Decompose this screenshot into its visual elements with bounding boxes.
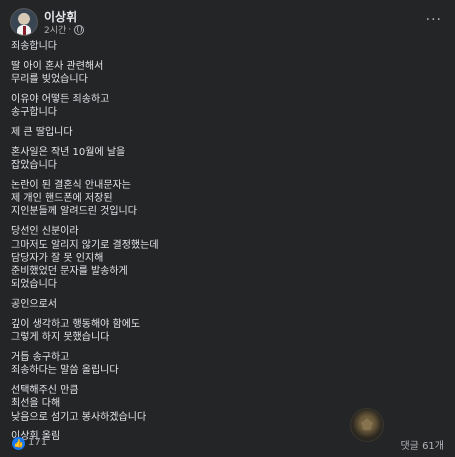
- post-footer: 👍 171 댓글 61개: [10, 436, 446, 452]
- post-meta: 2시간 ·: [44, 23, 85, 36]
- post-paragraph: 혼사일은 작년 10월에 날을 잡았습니다: [11, 146, 126, 172]
- meta-separator: ·: [68, 24, 72, 35]
- post-paragraph: 논란이 된 결혼식 안내문자는 제 개인 핸드폰에 저장된 지인분들께 알려드린…: [11, 180, 137, 218]
- post-paragraph: 공인으로서: [11, 299, 57, 311]
- thumbs-up-icon[interactable]: 👍: [12, 437, 25, 450]
- comments-count-link[interactable]: 댓글 61개: [400, 437, 444, 452]
- post-paragraph: 이유야 어떻든 죄송하고 송구합니다: [11, 93, 110, 119]
- post-paragraph: 깊이 생각하고 행동해야 함에도 그렇게 하지 못했습니다: [11, 318, 141, 344]
- post-timestamp[interactable]: 2시간: [44, 23, 66, 36]
- post-paragraph: 딸 아이 혼사 관련해서 무리를 빚었습니다: [11, 60, 104, 86]
- post-header: 이상휘 2시간 · ···: [10, 8, 450, 36]
- post-paragraph: 죄송합니다: [11, 41, 57, 52]
- globe-icon: [74, 24, 85, 35]
- post-paragraph: 제 큰 딸입니다: [11, 127, 73, 139]
- post-body: 죄송합니다 딸 아이 혼사 관련해서 무리를 빚었습니다 이유야 어떻든 죄송하…: [11, 40, 441, 450]
- facebook-post: 이상휘 2시간 · ··· 죄송합니다 딸 아이 혼사 관련해서 무리를 빚었습…: [0, 0, 455, 457]
- reaction-count[interactable]: 171: [28, 437, 47, 448]
- avatar-tie: [23, 26, 26, 35]
- post-paragraph: 당선인 신분이라 그마저도 알리지 않기로 결정했는데 담당자가 잘 못 인지해…: [11, 226, 159, 291]
- author-avatar[interactable]: [10, 8, 38, 36]
- more-options-button[interactable]: ···: [426, 12, 442, 28]
- post-paragraph: 거듭 송구하고 죄송하다는 말씀 올립니다: [11, 352, 119, 377]
